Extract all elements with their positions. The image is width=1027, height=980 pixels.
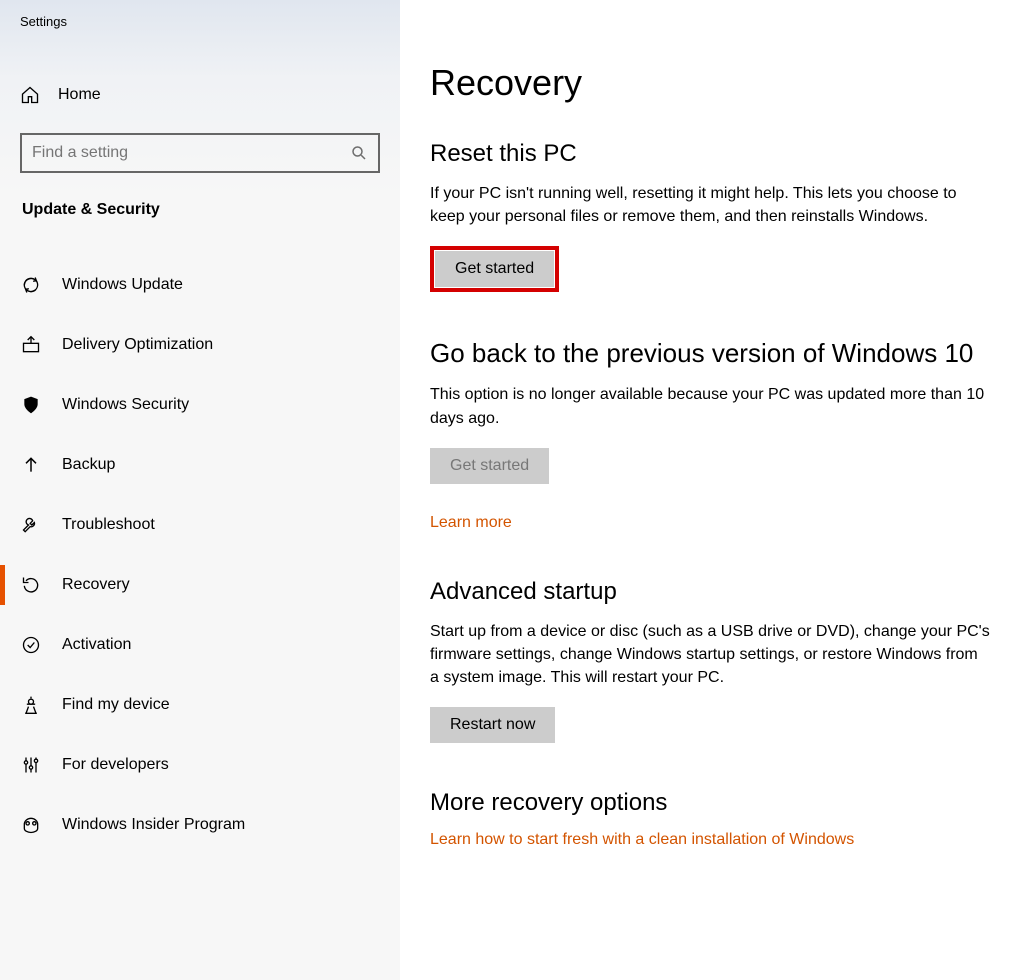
goback-desc: This option is no longer available becau… (430, 383, 990, 429)
sliders-icon (20, 754, 42, 776)
sidebar-item-find-my-device[interactable]: Find my device (0, 675, 400, 735)
reset-section: Reset this PC If your PC isn't running w… (430, 140, 997, 292)
reset-desc: If your PC isn't running well, resetting… (430, 182, 990, 228)
home-icon (20, 85, 40, 105)
sidebar-nav: Windows Update Delivery Optimization Win… (0, 255, 400, 855)
learn-more-link[interactable]: Learn more (430, 514, 512, 532)
sidebar-item-windows-update[interactable]: Windows Update (0, 255, 400, 315)
advanced-desc: Start up from a device or disc (such as … (430, 620, 990, 690)
search-input[interactable] (32, 144, 350, 162)
sidebar-home[interactable]: Home (0, 77, 400, 113)
sidebar-item-recovery[interactable]: Recovery (0, 555, 400, 615)
sidebar-item-label: Windows Insider Program (62, 816, 245, 834)
sidebar-section-heading: Update & Security (0, 201, 400, 219)
search-box[interactable] (20, 133, 380, 173)
sidebar-item-label: Backup (62, 456, 115, 474)
sidebar-item-for-developers[interactable]: For developers (0, 735, 400, 795)
delivery-icon (20, 334, 42, 356)
sidebar-item-activation[interactable]: Activation (0, 615, 400, 675)
goback-get-started-button: Get started (430, 448, 549, 484)
sidebar-item-windows-security[interactable]: Windows Security (0, 375, 400, 435)
sidebar-item-label: Delivery Optimization (62, 336, 213, 354)
main-content: Recovery Reset this PC If your PC isn't … (400, 0, 1027, 980)
sidebar-item-troubleshoot[interactable]: Troubleshoot (0, 495, 400, 555)
sidebar-item-backup[interactable]: Backup (0, 435, 400, 495)
backup-icon (20, 454, 42, 476)
sidebar-item-label: Windows Security (62, 396, 189, 414)
page-title: Recovery (430, 62, 997, 104)
check-circle-icon (20, 634, 42, 656)
sidebar-item-label: Windows Update (62, 276, 183, 294)
sidebar-item-label: Troubleshoot (62, 516, 155, 534)
sidebar-item-label: Find my device (62, 696, 170, 714)
start-fresh-link[interactable]: Learn how to start fresh with a clean in… (430, 831, 854, 849)
shield-icon (20, 394, 42, 416)
sidebar-item-label: Recovery (62, 576, 130, 594)
home-label: Home (58, 86, 101, 104)
sidebar-item-label: Activation (62, 636, 131, 654)
insider-icon (20, 814, 42, 836)
sidebar-item-label: For developers (62, 756, 169, 774)
refresh-icon (20, 274, 42, 296)
wrench-icon (20, 514, 42, 536)
restart-now-button[interactable]: Restart now (430, 707, 555, 743)
location-icon (20, 694, 42, 716)
sidebar: Settings Home Update & Security Windows … (0, 0, 400, 980)
app-title: Settings (0, 14, 400, 29)
recovery-icon (20, 574, 42, 596)
advanced-title: Advanced startup (430, 578, 997, 606)
search-icon (350, 144, 368, 162)
more-title: More recovery options (430, 789, 997, 817)
more-section: More recovery options Learn how to start… (430, 789, 997, 849)
goback-title: Go back to the previous version of Windo… (430, 338, 997, 369)
sidebar-item-insider-program[interactable]: Windows Insider Program (0, 795, 400, 855)
highlight-annotation: Get started (430, 246, 559, 292)
goback-section: Go back to the previous version of Windo… (430, 338, 997, 531)
advanced-section: Advanced startup Start up from a device … (430, 578, 997, 744)
reset-title: Reset this PC (430, 140, 997, 168)
sidebar-item-delivery-optimization[interactable]: Delivery Optimization (0, 315, 400, 375)
reset-get-started-button[interactable]: Get started (435, 251, 554, 287)
